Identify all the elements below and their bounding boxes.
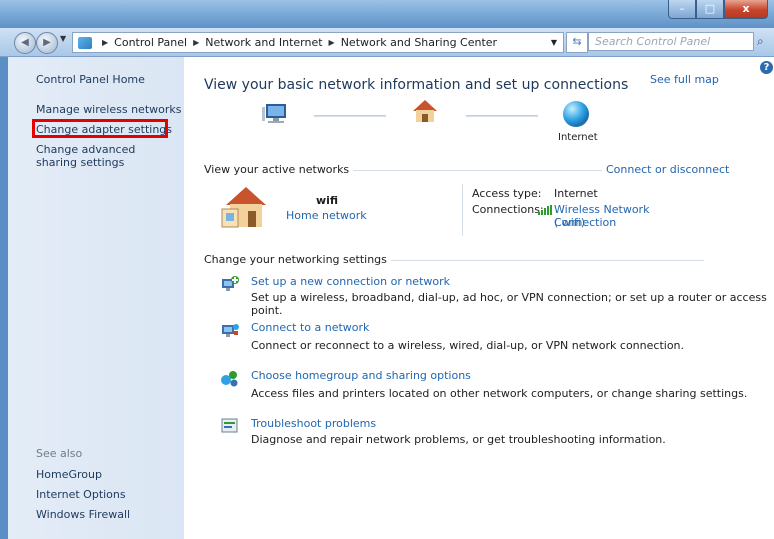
maximize-button[interactable]: □	[696, 0, 724, 19]
house-icon	[413, 100, 437, 122]
new-connection-icon	[222, 276, 239, 291]
homegroup-sharing-description: Access files and printers located on oth…	[251, 387, 748, 400]
see-also-label: See also	[36, 447, 83, 460]
window: – □ x ◀ ▶ ▼ ▶ Control Panel ▶ Network an…	[0, 0, 774, 539]
see-full-map-link[interactable]: See full map	[650, 73, 719, 86]
breadcrumb-separator-icon[interactable]: ▶	[329, 38, 335, 47]
help-icon[interactable]: ?	[760, 61, 773, 74]
refresh-button[interactable]: ⇆	[566, 32, 588, 53]
breadcrumb-network-and-sharing-center[interactable]: Network and Sharing Center	[341, 36, 497, 49]
setup-connection-link[interactable]: Set up a new connection or network	[251, 275, 450, 288]
map-connector-line	[314, 115, 386, 117]
setup-connection-description: Set up a wireless, broadband, dial-up, a…	[251, 291, 767, 317]
access-type-label: Access type:	[472, 187, 542, 200]
highlight-box	[32, 119, 168, 138]
globe-icon	[563, 101, 589, 127]
refresh-icon: ⇆	[572, 35, 582, 48]
internet-options-link[interactable]: Internet Options	[36, 488, 126, 501]
signal-strength-icon	[538, 205, 552, 215]
address-row: ◀ ▶ ▼ ▶ Control Panel ▶ Network and Inte…	[0, 28, 774, 57]
breadcrumb-separator-icon[interactable]: ▶	[102, 38, 108, 47]
homegroup-sharing-link[interactable]: Choose homegroup and sharing options	[251, 369, 471, 382]
search-input[interactable]: Search Control Panel	[588, 32, 754, 51]
breadcrumb-network-and-internet[interactable]: Network and Internet	[205, 36, 322, 49]
access-type-value: Internet	[554, 187, 598, 200]
troubleshoot-icon	[221, 418, 238, 433]
forward-button[interactable]: ▶	[36, 32, 58, 54]
address-bar[interactable]: ▶ Control Panel ▶ Network and Internet ▶…	[72, 32, 564, 53]
internet-label: Internet	[558, 132, 598, 143]
page-title: View your basic network information and …	[204, 77, 629, 93]
connect-network-icon	[222, 324, 239, 337]
homegroup-icon	[221, 371, 238, 387]
troubleshoot-description: Diagnose and repair network problems, or…	[251, 433, 666, 446]
back-button[interactable]: ◀	[14, 32, 36, 54]
wireless-connection-ssid[interactable]: ( wifi)	[554, 216, 585, 229]
back-arrow-icon: ◀	[21, 37, 29, 48]
breadcrumb-separator-icon[interactable]: ▶	[193, 38, 199, 47]
windows-firewall-link[interactable]: Windows Firewall	[36, 508, 130, 521]
troubleshoot-link[interactable]: Troubleshoot problems	[251, 417, 376, 430]
network-name: wifi	[316, 194, 339, 207]
home-network-icon	[221, 187, 266, 228]
homegroup-link[interactable]: HomeGroup	[36, 468, 102, 481]
recent-pages-dropdown-icon[interactable]: ▼	[60, 34, 66, 43]
breadcrumb-control-panel[interactable]: Control Panel	[114, 36, 187, 49]
control-panel-icon	[78, 36, 92, 49]
close-button[interactable]: x	[724, 0, 768, 19]
active-networks-heading: View your active networks	[204, 163, 354, 176]
connections-label: Connections:	[472, 203, 544, 216]
content-area: Control Panel Home Manage wireless netwo…	[8, 57, 774, 539]
network-type-link[interactable]: Home network	[286, 209, 367, 222]
map-connector-line	[466, 115, 538, 117]
minimize-button[interactable]: –	[668, 0, 696, 19]
search-icon[interactable]: ⌕	[757, 34, 764, 49]
change-advanced-sharing-settings-link[interactable]: Change advanced sharing settings	[36, 143, 176, 169]
vertical-divider	[462, 184, 463, 236]
control-panel-home-link[interactable]: Control Panel Home	[36, 73, 145, 86]
connect-to-network-description: Connect or reconnect to a wireless, wire…	[251, 339, 685, 352]
forward-arrow-icon: ▶	[43, 37, 51, 48]
address-dropdown-icon[interactable]: ▼	[545, 38, 563, 47]
change-settings-heading: Change your networking settings	[204, 253, 391, 266]
connect-to-network-link[interactable]: Connect to a network	[251, 321, 369, 334]
caption-buttons: – □ x	[668, 0, 768, 20]
left-pane: Control Panel Home Manage wireless netwo…	[8, 57, 184, 539]
connect-or-disconnect-link[interactable]: Connect or disconnect	[602, 163, 730, 176]
computer-icon	[262, 104, 286, 123]
title-bar[interactable]: – □ x	[0, 0, 774, 28]
manage-wireless-networks-link[interactable]: Manage wireless networks	[36, 103, 181, 116]
